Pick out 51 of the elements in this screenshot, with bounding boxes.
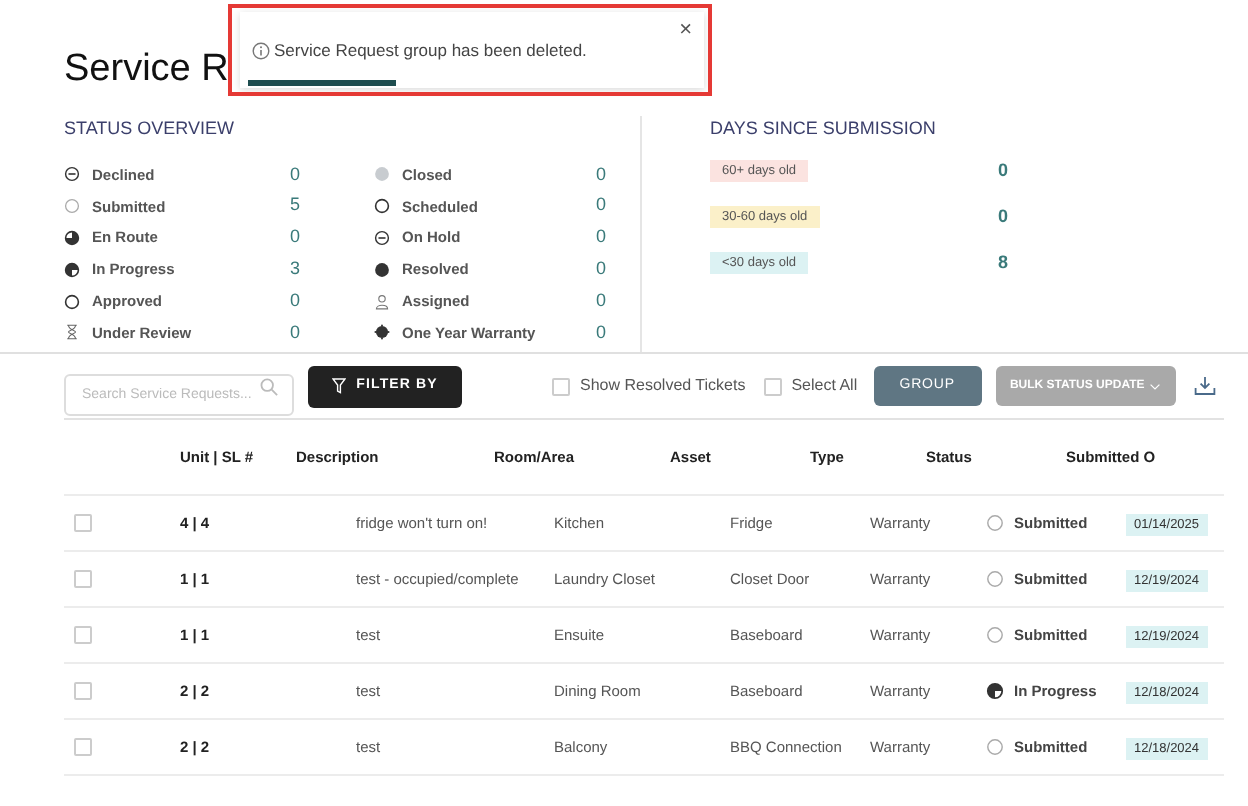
status-count: 0 <box>289 161 300 188</box>
checkbox[interactable] <box>552 377 570 395</box>
minus-circle-icon <box>374 229 390 246</box>
status-count: 3 <box>289 256 300 283</box>
status-count: 0 <box>289 224 300 251</box>
row-checkbox[interactable] <box>74 514 92 532</box>
circle-icon <box>64 198 80 215</box>
dot-icon <box>374 324 390 341</box>
row-checkbox[interactable] <box>74 626 92 644</box>
checkbox-label: Show Resolved Tickets <box>580 374 746 398</box>
person-icon <box>374 293 390 310</box>
status-count: 0 <box>595 256 606 283</box>
circle-icon <box>986 738 1004 756</box>
dot-icon <box>374 166 390 183</box>
status-count: 0 <box>595 287 606 314</box>
chevron-down-icon <box>1150 383 1161 389</box>
age-count: 0 <box>997 203 1008 230</box>
circle-icon <box>986 626 1004 644</box>
minus-circle-icon <box>64 166 80 183</box>
circle-icon <box>374 198 390 215</box>
status-count: 0 <box>289 319 300 346</box>
checkbox-label: Select All <box>791 374 858 398</box>
age-count: 0 <box>997 157 1008 184</box>
status-count: 0 <box>595 319 606 346</box>
checkbox[interactable] <box>763 377 782 395</box>
hourglass-icon <box>64 324 80 341</box>
half-circle-icon <box>986 682 1004 700</box>
status-count: 5 <box>289 192 300 219</box>
row-checkbox[interactable] <box>74 738 92 756</box>
circle-icon <box>64 293 80 310</box>
close-button[interactable]: × <box>679 18 692 42</box>
status-count: 0 <box>595 224 606 251</box>
status-count: 0 <box>595 161 606 188</box>
search-icon <box>260 377 278 395</box>
status-count: 0 <box>289 287 300 314</box>
dot-icon <box>374 261 390 278</box>
status-count: 0 <box>595 192 606 219</box>
row-checkbox[interactable] <box>74 570 92 588</box>
circle-icon <box>986 570 1004 588</box>
row-checkbox[interactable] <box>74 682 92 700</box>
filter-icon <box>332 378 347 394</box>
info-icon <box>252 41 270 60</box>
toast-message: Service Request group has been deleted. <box>274 38 587 64</box>
half-circle-icon <box>64 261 80 278</box>
age-count: 8 <box>997 249 1008 276</box>
circle-icon <box>986 514 1004 532</box>
pie-circle-icon <box>64 229 80 246</box>
section-title: STATUS OVERVIEW <box>64 116 237 142</box>
download-icon[interactable] <box>1193 376 1216 396</box>
page-title: Service R <box>64 46 229 94</box>
section-title: DAYS SINCE SUBMISSION <box>710 116 938 142</box>
